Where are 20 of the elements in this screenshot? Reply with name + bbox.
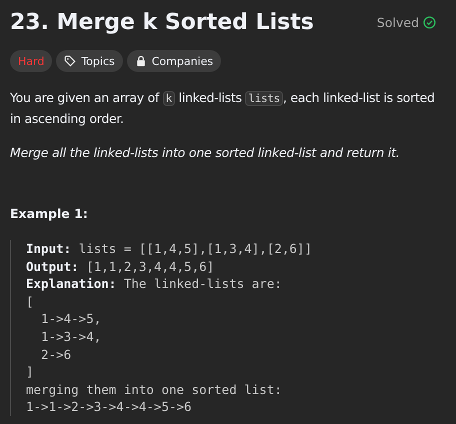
example-line: 2->6	[40, 346, 72, 364]
lock-icon	[134, 55, 147, 67]
example-line: merging them into one sorted list:	[26, 380, 283, 398]
tag-icon	[64, 55, 76, 67]
example-line: 1->4->5,	[40, 310, 102, 328]
instruction-text: Merge all the linked-lists into one sorted linked-list and return it.	[10, 144, 401, 162]
example-line: Output: [1,1,2,3,4,4,5,6]	[26, 258, 216, 276]
problem-title: 23. Merge k Sorted Lists	[10, 9, 314, 37]
example-line: Input: lists = [[1,4,5],[1,3,4],[2,6]]	[26, 240, 313, 258]
example-line: ]	[26, 363, 35, 381]
example-line: 1->3->4,	[40, 328, 102, 346]
example-line: Explanation: The linked-lists are:	[26, 275, 283, 293]
tag-button[interactable]: Companies	[126, 50, 222, 72]
example-heading: Example 1:	[10, 205, 89, 223]
problem-description: You are given an array of k linked-lists lists , each linked-list is sorted in ascending order.	[10, 89, 436, 128]
example-line: 1->1->2->3->4->4->5->6	[26, 398, 193, 416]
example-line: [	[26, 292, 35, 310]
difficulty-tag: Hard	[10, 50, 52, 72]
tag-button[interactable]: Topics	[56, 50, 123, 72]
status-text: Solved	[376, 15, 419, 30]
